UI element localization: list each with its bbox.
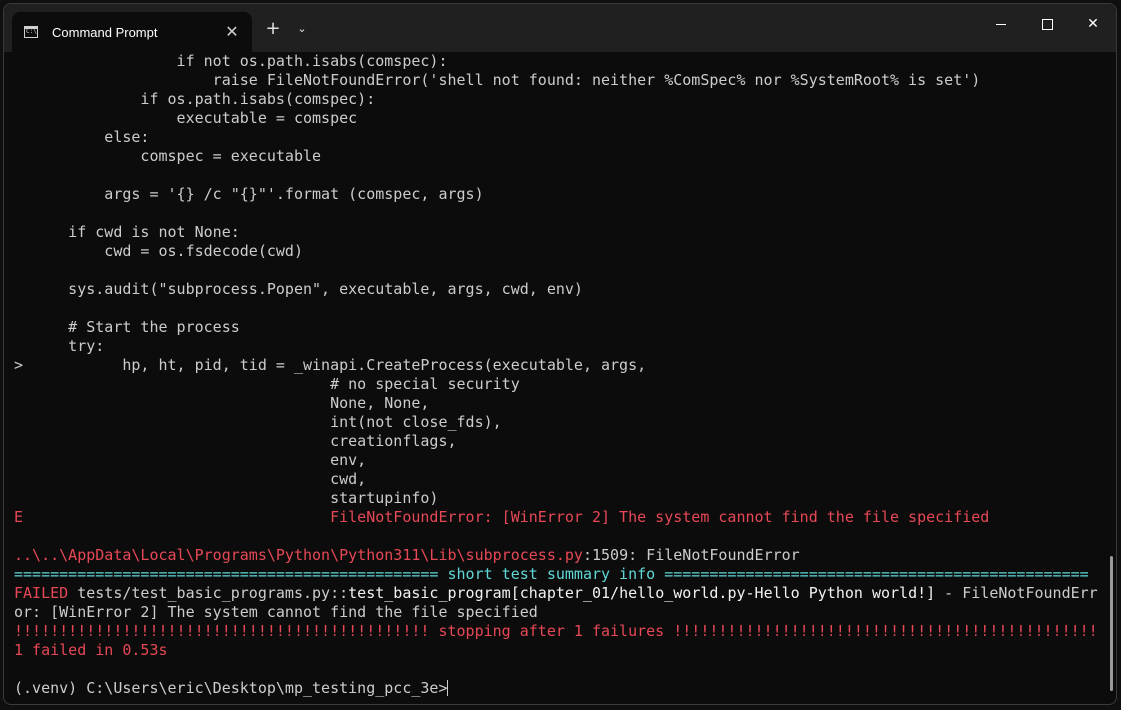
console-line: if cwd is not None: [14, 223, 1104, 242]
console-line: or: [WinError 2] The system cannot find … [14, 603, 1104, 622]
minimize-button[interactable] [978, 4, 1024, 44]
console-text: env, [14, 451, 367, 469]
maximize-button[interactable] [1024, 4, 1070, 44]
console-line: sys.audit("subprocess.Popen", executable… [14, 280, 1104, 299]
console-line: None, None, [14, 394, 1104, 413]
console-line: executable = comspec [14, 109, 1104, 128]
console-text: if not os.path.isabs(comspec): [14, 52, 448, 70]
console-line: try: [14, 337, 1104, 356]
tab-title: Command Prompt [52, 24, 158, 40]
console-text: FAILED [14, 584, 69, 602]
cmd-icon: C:\ [24, 26, 38, 38]
console-line: if not os.path.isabs(comspec): [14, 52, 1104, 71]
close-button[interactable]: ✕ [1070, 4, 1116, 44]
console-line: startupinfo) [14, 489, 1104, 508]
tab-close-icon[interactable]: ✕ [222, 22, 242, 42]
console-text: > hp, ht, pid, tid = _winapi.CreateProce… [14, 356, 647, 374]
console-text: (.venv) C:\Users\eric\Desktop\mp_testing… [14, 679, 448, 697]
console-text: tests/test_basic_programs.py:: [68, 584, 349, 602]
console-line: cwd, [14, 470, 1104, 489]
console-text: or: [WinError 2] The system cannot find … [14, 603, 538, 621]
console-text: if os.path.isabs(comspec): [14, 90, 376, 108]
console-line: > hp, ht, pid, tid = _winapi.CreateProce… [14, 356, 1104, 375]
console-text: if cwd is not None: [14, 223, 240, 241]
console-text: cwd, [14, 470, 367, 488]
console-text: # no special security [14, 375, 520, 393]
console-text: in 0.53s [86, 641, 168, 659]
console-line: cwd = os.fsdecode(cwd) [14, 242, 1104, 261]
console-text: ========================================… [14, 565, 1089, 583]
console-text: raise FileNotFoundError('shell not found… [14, 71, 981, 89]
console-text: - FileNotFoundErr [935, 584, 1098, 602]
console-text: sys.audit("subprocess.Popen", executable… [14, 280, 583, 298]
scrollbar-thumb[interactable] [1110, 556, 1113, 691]
console-text: args = '{} /c "{}"'.format (comspec, arg… [14, 185, 484, 203]
console-text: int(not close_fds), [14, 413, 502, 431]
console-text: ..\..\AppData\Local\Programs\Python\Pyth… [14, 546, 583, 564]
console-line: E FileNotFoundError: [WinError 2] The sy… [14, 508, 1104, 527]
console-line: int(not close_fds), [14, 413, 1104, 432]
console-text: try: [14, 337, 105, 355]
console-line: # Start the process [14, 318, 1104, 337]
console-text: executable = comspec [14, 109, 358, 127]
chevron-down-icon[interactable]: ⌄ [294, 18, 310, 40]
title-bar[interactable]: C:\ Command Prompt ✕ + ⌄ ✕ [4, 4, 1116, 52]
console-line: ..\..\AppData\Local\Programs\Python\Pyth… [14, 546, 1104, 565]
console-line: ========================================… [14, 565, 1104, 584]
console-text: cwd = os.fsdecode(cwd) [14, 242, 303, 260]
console-text: 1 failed [14, 641, 87, 659]
console-output[interactable]: if not os.path.isabs(comspec): raise Fil… [14, 52, 1104, 704]
console-line: raise FileNotFoundError('shell not found… [14, 71, 1104, 90]
console-text: # Start the process [14, 318, 240, 336]
console-line: 1 failed in 0.53s [14, 641, 1104, 660]
console-text: E FileNotFoundError: [WinError 2] The sy… [14, 508, 990, 526]
console-line: # no special security [14, 375, 1104, 394]
console-line: if os.path.isabs(comspec): [14, 90, 1104, 109]
text-cursor [447, 680, 449, 696]
console-text: else: [14, 128, 150, 146]
tab-command-prompt[interactable]: C:\ Command Prompt ✕ [12, 12, 252, 52]
console-text: comspec = executable [14, 147, 322, 165]
terminal-window: C:\ Command Prompt ✕ + ⌄ ✕ if not os.pat… [3, 3, 1117, 705]
console-line: creationflags, [14, 432, 1104, 451]
console-text: test_basic_program[chapter_01/hello_worl… [348, 584, 936, 602]
console-line: comspec = executable [14, 147, 1104, 166]
console-text: None, None, [14, 394, 430, 412]
console-line: env, [14, 451, 1104, 470]
console-text: :1509: FileNotFoundError [582, 546, 800, 564]
console-line: !!!!!!!!!!!!!!!!!!!!!!!!!!!!!!!!!!!!!!!!… [14, 622, 1104, 641]
minimize-icon [996, 24, 1006, 25]
console-text: creationflags, [14, 432, 457, 450]
maximize-icon [1042, 19, 1053, 30]
console-line: FAILED tests/test_basic_programs.py::tes… [14, 584, 1104, 603]
console-text: !!!!!!!!!!!!!!!!!!!!!!!!!!!!!!!!!!!!!!!!… [14, 622, 1098, 640]
console-line: args = '{} /c "{}"'.format (comspec, arg… [14, 185, 1104, 204]
console-line: (.venv) C:\Users\eric\Desktop\mp_testing… [14, 679, 1104, 698]
new-tab-button[interactable]: + [262, 18, 284, 40]
console-line: else: [14, 128, 1104, 147]
console-text: startupinfo) [14, 489, 439, 507]
